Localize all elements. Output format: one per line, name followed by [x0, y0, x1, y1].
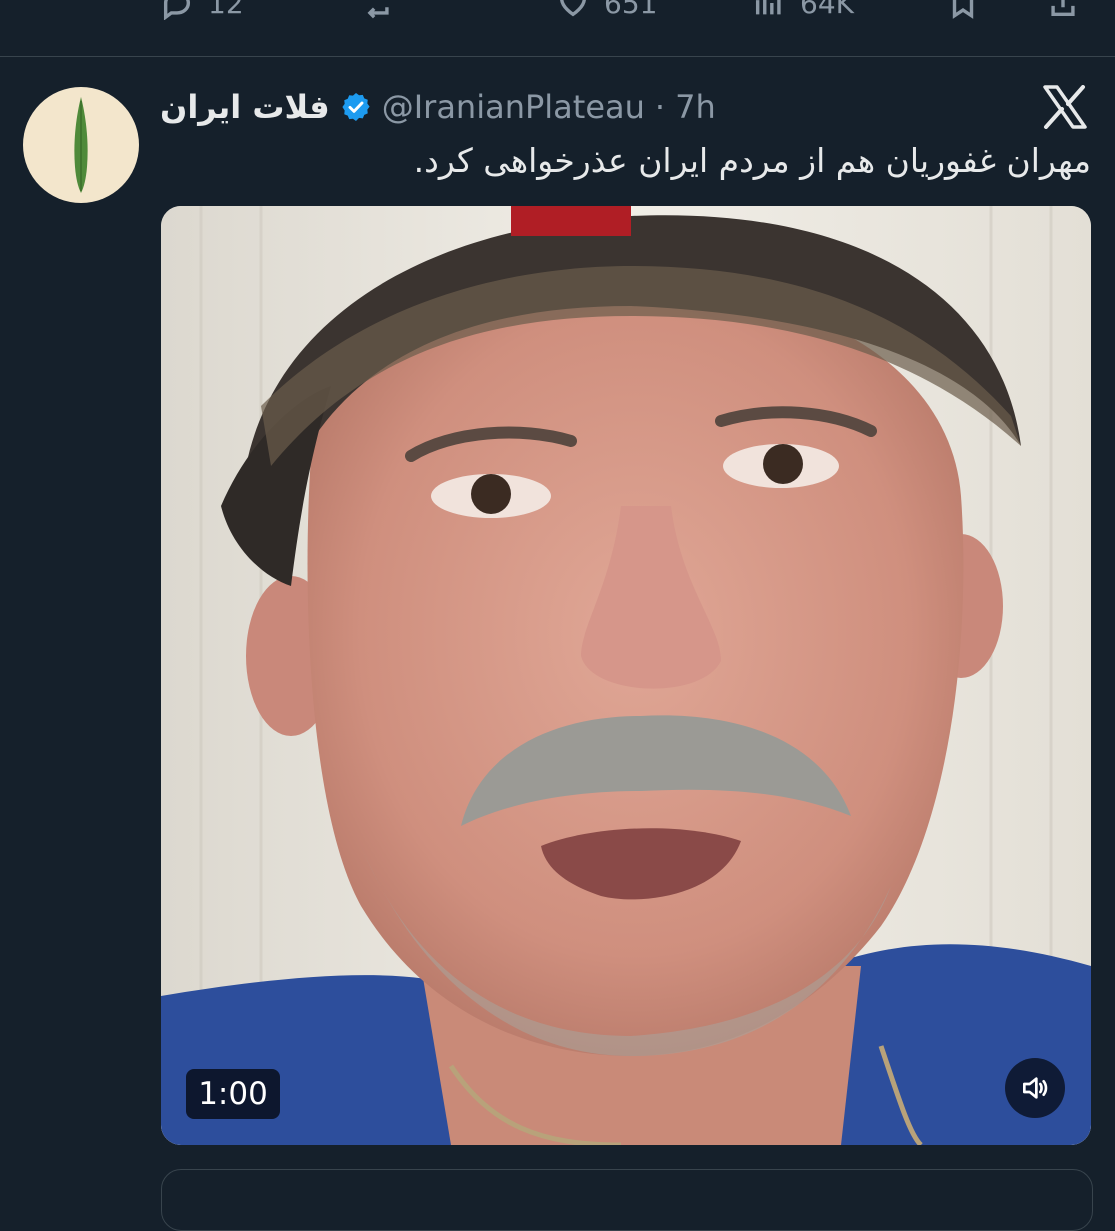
speaker-icon: [1022, 1077, 1048, 1099]
share-icon: [1051, 0, 1075, 17]
like-count: 651: [604, 0, 658, 20]
tweet-divider: [0, 56, 1115, 57]
tweet-timestamp[interactable]: 7h: [675, 88, 716, 126]
heart-icon: [560, 0, 586, 17]
volume-button[interactable]: [1005, 1058, 1065, 1118]
bookmark-icon: [952, 0, 974, 19]
display-name[interactable]: فلات ایران: [160, 88, 330, 126]
repost-action[interactable]: [360, 0, 394, 20]
bar-chart-icon: [755, 0, 781, 15]
share-action[interactable]: [1046, 0, 1080, 20]
x-logo-icon: [1042, 85, 1088, 129]
reply-action[interactable]: 12: [160, 0, 244, 20]
video-player[interactable]: [161, 206, 1091, 1145]
bookmark-action[interactable]: [946, 0, 980, 20]
cypress-tree-icon: [74, 97, 88, 193]
reply-icon: [163, 0, 191, 20]
view-count: 64K: [800, 0, 854, 20]
user-handle[interactable]: @IranianPlateau: [382, 88, 645, 126]
tweet-header: فلات ایران @IranianPlateau · 7h: [160, 82, 716, 132]
video-duration: 1:00: [186, 1069, 280, 1119]
repost-icon: [367, 7, 389, 19]
reply-count: 12: [208, 0, 244, 20]
verified-badge-icon: [340, 91, 372, 123]
quoted-card[interactable]: [161, 1169, 1093, 1231]
avatar[interactable]: [23, 87, 139, 203]
video-thumbnail: [161, 206, 1091, 1145]
previous-tweet-actions: 12 651 64K: [0, 0, 1115, 56]
like-action[interactable]: 651: [556, 0, 657, 20]
views-action[interactable]: 64K: [752, 0, 854, 20]
separator-dot: ·: [654, 88, 666, 126]
tweet-text: مهران غفوریان هم از مردم ایران عذرخواهی …: [413, 141, 1091, 180]
